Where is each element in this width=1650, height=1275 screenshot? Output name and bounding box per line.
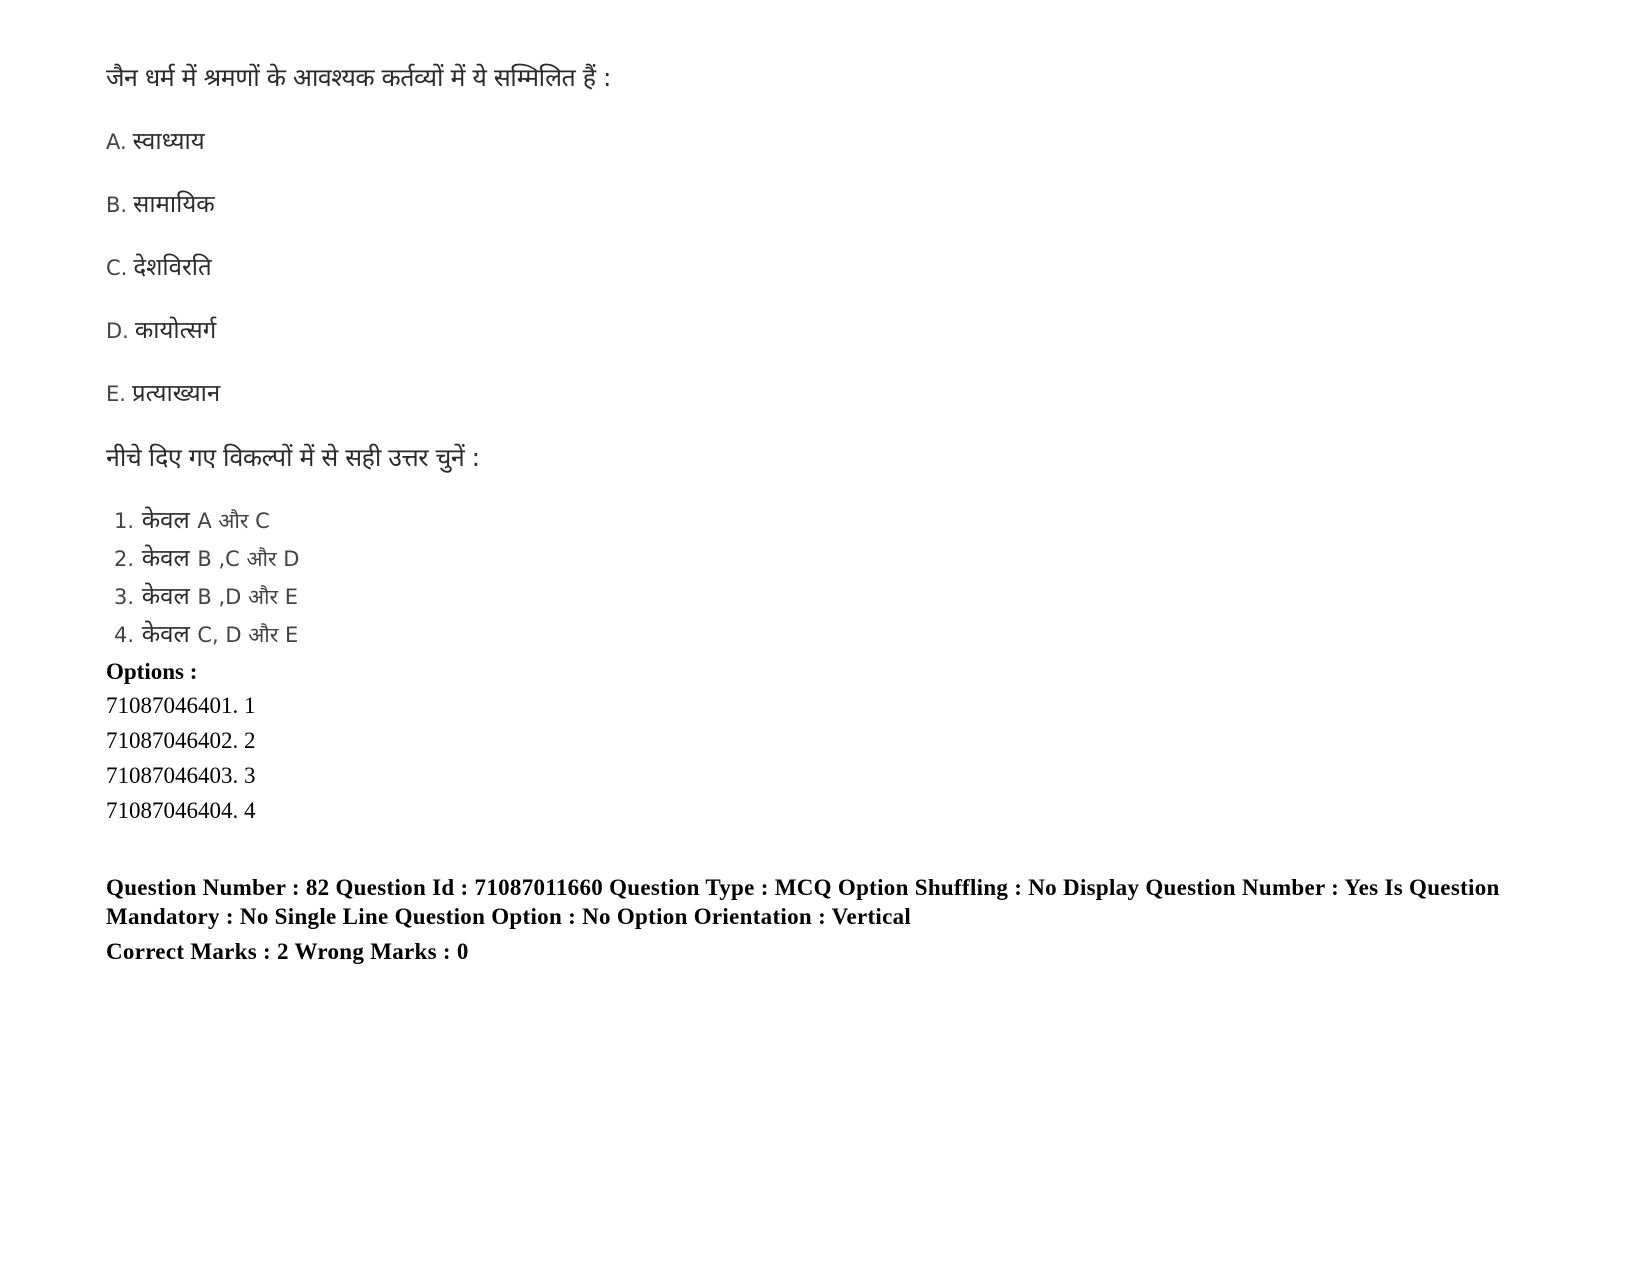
statement-letter: A. <box>106 130 127 154</box>
choice-text: B ,D और E <box>197 585 299 609</box>
choice-word: केवल <box>141 620 190 648</box>
statement-a: A. स्वाध्याय <box>106 124 205 157</box>
statement-b: B. सामायिक <box>106 187 215 220</box>
choice-word: केवल <box>141 506 190 534</box>
choice-text: A और C <box>197 509 270 533</box>
option-item-1: 71087046401. 1 <box>106 693 256 718</box>
question-marks: Correct Marks : 2 Wrong Marks : 0 <box>106 939 469 964</box>
statement-text: कायोत्सर्ग <box>134 316 217 344</box>
statement-text: स्वाध्याय <box>132 127 205 155</box>
question-instruction: नीचे दिए गए विकल्पों में से सही उत्तर चु… <box>106 443 480 472</box>
choice-number: 4. <box>114 623 135 647</box>
statement-e: E. प्रत्याख्यान <box>106 376 220 409</box>
choice-text: C, D और E <box>197 623 299 647</box>
statement-letter: D. <box>106 319 129 343</box>
statement-letter: B. <box>106 193 128 217</box>
choice-1: 1. केवल A और C <box>114 503 270 536</box>
statement-d: D. कायोत्सर्ग <box>106 313 216 346</box>
statement-letter: E. <box>106 382 126 406</box>
question-prompt: जैन धर्म में श्रमणों के आवश्यक कर्तव्यों… <box>106 63 611 92</box>
choice-word: केवल <box>141 582 190 610</box>
choice-text: B ,C और D <box>197 547 300 571</box>
question-metadata: Question Number : 82 Question Id : 71087… <box>106 875 1500 929</box>
option-item-4: 71087046404. 4 <box>106 798 256 823</box>
statement-text: सामायिक <box>133 190 215 218</box>
choice-3: 3. केवल B ,D और E <box>114 579 298 612</box>
statement-letter: C. <box>106 256 128 280</box>
choice-2: 2. केवल B ,C और D <box>114 541 299 574</box>
option-item-3: 71087046403. 3 <box>106 763 256 788</box>
options-label: Options : <box>106 659 198 684</box>
option-item-2: 71087046402. 2 <box>106 728 256 753</box>
choice-number: 2. <box>114 547 135 571</box>
statement-text: देशविरति <box>133 253 212 281</box>
statement-text: प्रत्याख्यान <box>131 379 221 407</box>
choice-number: 1. <box>114 509 135 533</box>
choice-word: केवल <box>141 544 190 572</box>
statement-c: C. देशविरति <box>106 250 212 283</box>
choice-4: 4. केवल C, D और E <box>114 617 298 650</box>
choice-number: 3. <box>114 585 135 609</box>
